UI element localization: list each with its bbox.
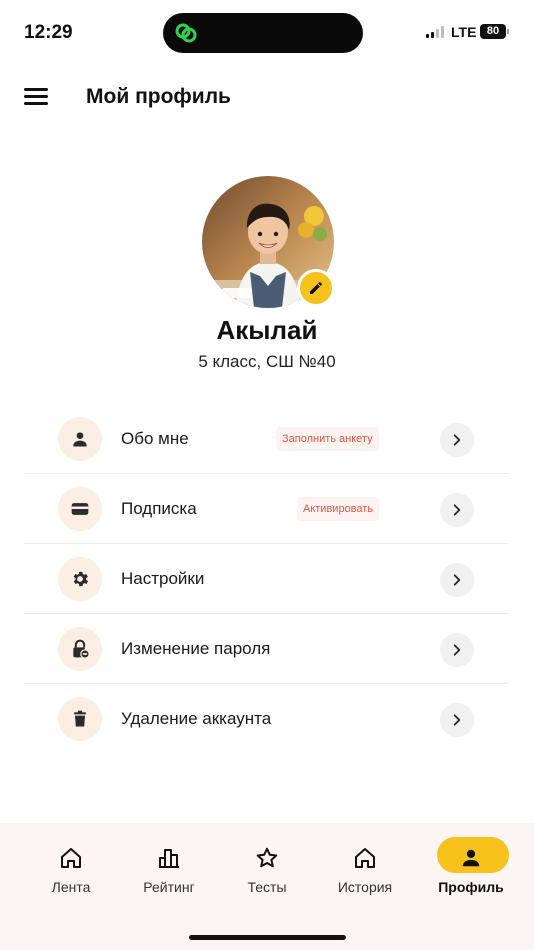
home-indicator bbox=[189, 935, 346, 940]
chevron-right-icon[interactable] bbox=[440, 423, 474, 457]
status-bar: 12:29 LTE 80 bbox=[0, 0, 534, 62]
nav-item-history[interactable]: История bbox=[320, 835, 410, 905]
page-title: Мой профиль bbox=[86, 85, 231, 108]
nav-item-rating[interactable]: Рейтинг bbox=[124, 835, 214, 905]
chevron-right-icon[interactable] bbox=[440, 563, 474, 597]
hamburger-icon[interactable] bbox=[24, 88, 48, 108]
trash-icon bbox=[58, 697, 102, 741]
nav-item-profile[interactable]: Профиль bbox=[426, 835, 516, 905]
bar-chart-icon bbox=[156, 845, 182, 871]
profile-menu: Обо мне Заполнить анкету Подписка Активи… bbox=[24, 404, 508, 754]
home-icon bbox=[352, 845, 378, 871]
gear-icon bbox=[58, 557, 102, 601]
nav-label: Лента bbox=[51, 879, 91, 895]
status-time: 12:29 bbox=[24, 22, 73, 43]
chevron-right-icon[interactable] bbox=[440, 633, 474, 667]
menu-item-label: Настройки bbox=[121, 569, 205, 588]
nav-item-feed[interactable]: Лента bbox=[26, 835, 116, 905]
menu-item-label: Удаление аккаунта bbox=[121, 709, 272, 728]
card-icon bbox=[58, 487, 102, 531]
menu-item-label: Изменение пароля bbox=[121, 639, 271, 658]
menu-item-subscription[interactable]: Подписка Активировать bbox=[24, 474, 508, 544]
pencil-icon bbox=[310, 281, 323, 294]
menu-item-about[interactable]: Обо мне Заполнить анкету bbox=[24, 404, 508, 474]
battery-cap bbox=[507, 29, 509, 34]
nav-label: Тесты bbox=[247, 879, 287, 895]
menu-item-settings[interactable]: Настройки bbox=[24, 544, 508, 614]
menu-item-delete-account[interactable]: Удаление аккаунта bbox=[24, 684, 508, 754]
person-icon bbox=[58, 417, 102, 461]
menu-item-label: Подписка bbox=[121, 499, 197, 518]
signal-icon bbox=[426, 26, 444, 38]
activate-badge[interactable]: Активировать bbox=[297, 497, 380, 521]
dynamic-island bbox=[163, 13, 363, 53]
nav-label: Рейтинг bbox=[143, 879, 195, 895]
menu-item-change-password[interactable]: Изменение пароля bbox=[24, 614, 508, 684]
profile-subtitle: 5 класс, СШ №40 bbox=[198, 352, 336, 371]
profile-name: Акылай bbox=[216, 315, 318, 345]
header: Мой профиль bbox=[0, 80, 534, 120]
nav-item-tests[interactable]: Тесты bbox=[222, 835, 312, 905]
avatar-container bbox=[202, 176, 335, 308]
link-icon bbox=[175, 23, 197, 43]
person-icon bbox=[458, 845, 484, 871]
battery-icon: 80 bbox=[480, 24, 506, 39]
network-label: LTE bbox=[451, 24, 477, 40]
nav-label: Профиль bbox=[438, 879, 504, 895]
edit-avatar-button[interactable] bbox=[297, 269, 335, 307]
bottom-nav: Лента Рейтинг Тесты История Профиль bbox=[0, 823, 534, 950]
menu-item-label: Обо мне bbox=[121, 429, 189, 448]
home-icon bbox=[58, 845, 84, 871]
nav-label: История bbox=[337, 879, 393, 895]
chevron-right-icon[interactable] bbox=[440, 493, 474, 527]
lock-icon bbox=[58, 627, 102, 671]
star-icon bbox=[254, 845, 280, 871]
chevron-right-icon[interactable] bbox=[440, 703, 474, 737]
fill-profile-badge[interactable]: Заполнить анкету bbox=[276, 427, 379, 451]
